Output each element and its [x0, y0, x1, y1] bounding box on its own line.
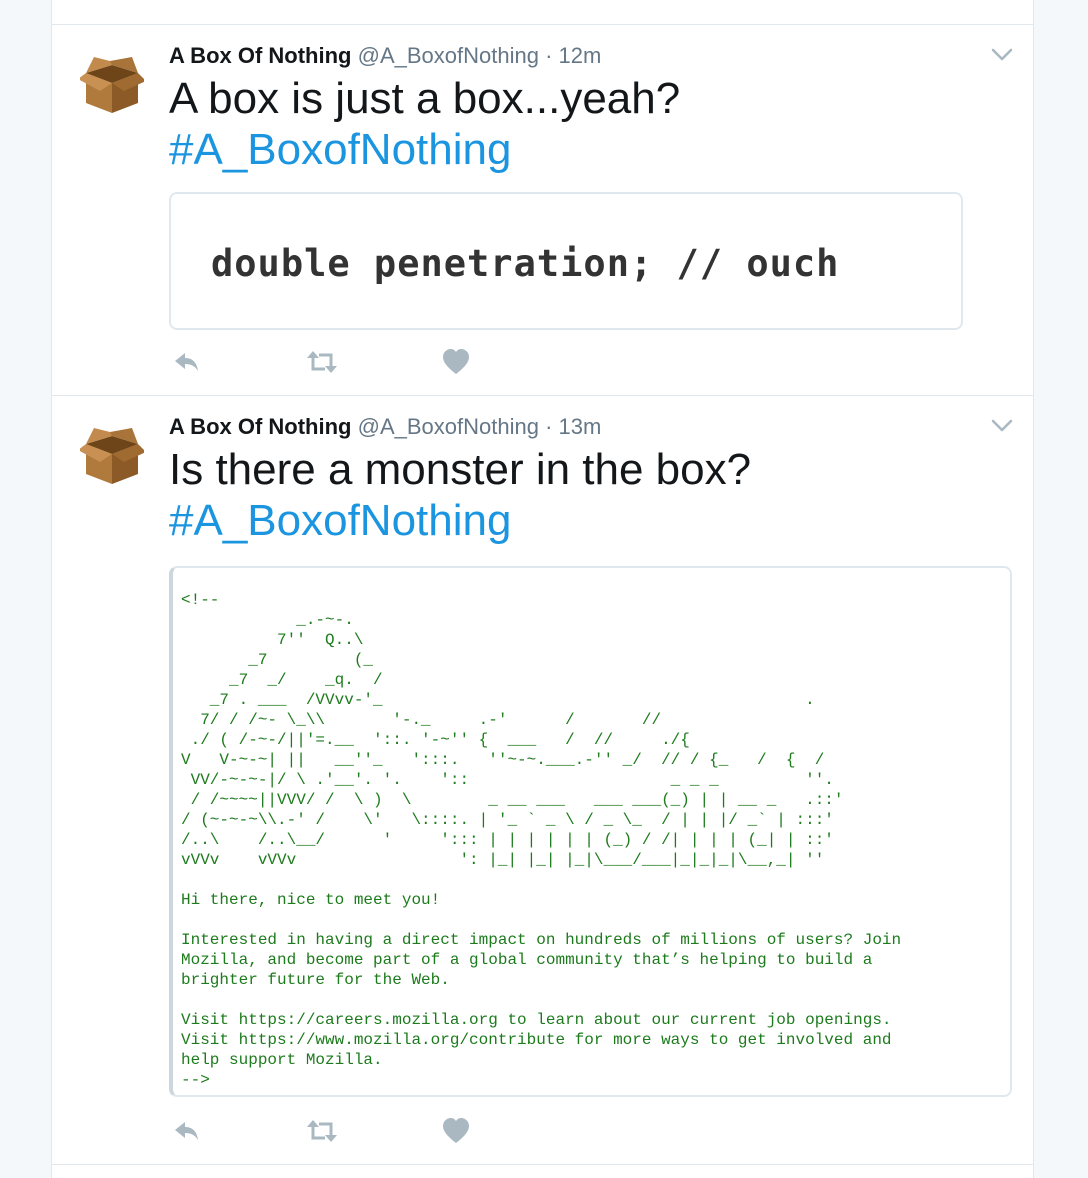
hashtag-link[interactable]: #A_BoxofNothing — [169, 495, 751, 546]
heart-icon[interactable] — [441, 1116, 471, 1146]
author-handle[interactable]: @A_BoxofNothing — [358, 414, 539, 439]
tweet-text: Is there a monster in the box? #A_BoxofN… — [169, 444, 751, 546]
author-handle[interactable]: @A_BoxofNothing — [358, 43, 539, 68]
html-comment-code: <!-- _.-~-. 7'' Q..\ _7 (_ _7 _/ _q. / _… — [181, 591, 902, 1089]
media-card[interactable]: double penetration; // ouch — [169, 192, 963, 330]
media-card[interactable]: <!-- _.-~-. 7'' Q..\ _7 (_ _7 _/ _q. / _… — [169, 566, 1012, 1097]
tweet-text: A box is just a box...yeah? #A_BoxofNoth… — [169, 73, 680, 175]
retweet-icon[interactable] — [305, 1116, 339, 1146]
code-snippet: double penetration; // ouch — [211, 242, 840, 285]
hashtag-link[interactable]: #A_BoxofNothing — [169, 124, 680, 175]
timestamp[interactable]: 13m — [559, 414, 602, 439]
tweet-header: A Box Of Nothing @A_BoxofNothing · 12m — [169, 43, 601, 69]
author-name[interactable]: A Box Of Nothing — [169, 43, 352, 68]
tweet[interactable]: A Box Of Nothing @A_BoxofNothing · 13m I… — [52, 396, 1033, 1165]
author-name[interactable]: A Box Of Nothing — [169, 414, 352, 439]
tweet-header: A Box Of Nothing @A_BoxofNothing · 13m — [169, 414, 601, 440]
tweet-actions — [169, 347, 489, 377]
timestamp[interactable]: 12m — [559, 43, 602, 68]
heart-icon[interactable] — [441, 347, 471, 377]
timeline: A Box Of Nothing @A_BoxofNothing · 12m A… — [51, 0, 1034, 1178]
reply-icon[interactable] — [172, 1116, 202, 1146]
chevron-down-icon[interactable] — [991, 48, 1013, 62]
chevron-down-icon[interactable] — [991, 419, 1013, 433]
tweet-body: Is there a monster in the box? — [169, 445, 752, 494]
separator: · — [545, 414, 553, 439]
tweet[interactable]: A Box Of Nothing @A_BoxofNothing · 12m A… — [52, 25, 1033, 396]
cardboard-box-icon[interactable] — [80, 424, 144, 488]
retweet-icon[interactable] — [305, 347, 339, 377]
reply-icon[interactable] — [172, 347, 202, 377]
cardboard-box-icon[interactable] — [80, 53, 144, 117]
separator: · — [545, 43, 553, 68]
tweet-actions — [169, 1116, 489, 1146]
tweet-body: A box is just a box...yeah? — [169, 74, 681, 123]
